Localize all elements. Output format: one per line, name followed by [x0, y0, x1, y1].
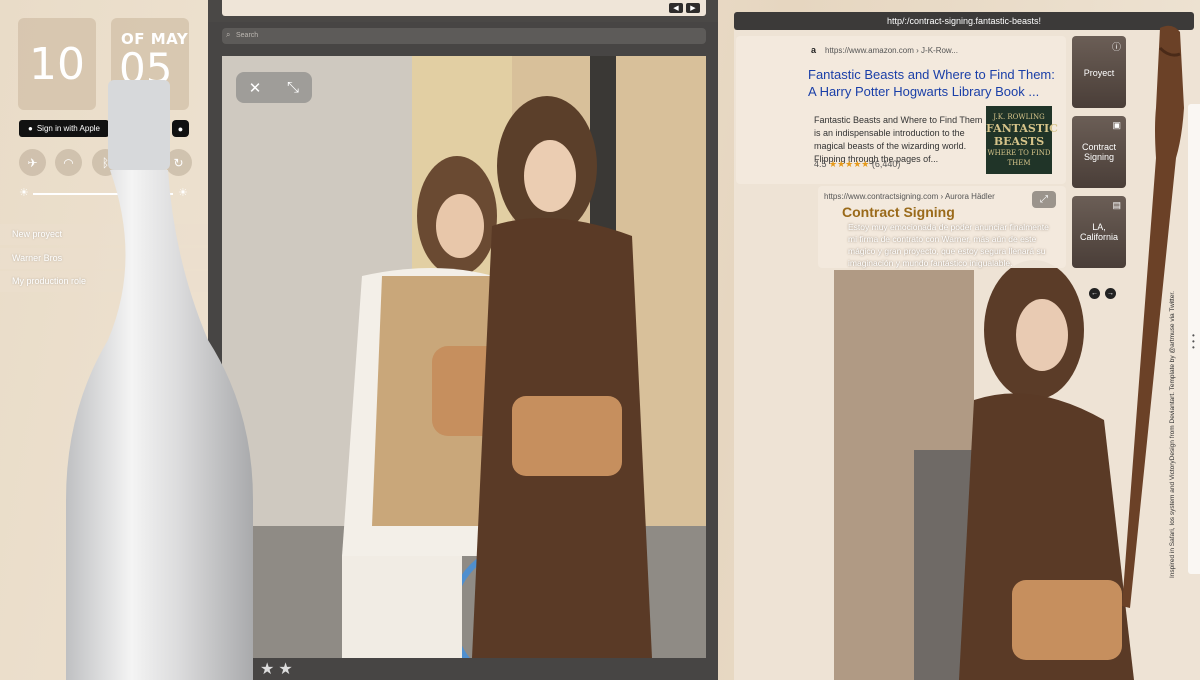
- rating-value: 4.5: [814, 159, 827, 169]
- back-arrow-icon[interactable]: ◀: [669, 3, 683, 13]
- brightness-low-icon: ☀: [19, 187, 29, 199]
- book-subtitle: WHERE TO FIND THEM: [987, 149, 1051, 167]
- top-window-content: ◀ ▶: [222, 0, 706, 16]
- amazon-search-result[interactable]: a https://www.amazon.com › J-K-Row... Fa…: [736, 36, 1066, 184]
- search-input[interactable]: ⌕ Search: [222, 28, 706, 44]
- menu-item-label: New proyect: [12, 229, 63, 239]
- airplane-icon[interactable]: ✈: [19, 149, 46, 176]
- search-placeholder: Search: [236, 32, 259, 39]
- book-title: FANTASTIC BEASTS: [986, 122, 1058, 148]
- menu-item-label: Warner Bros: [12, 253, 63, 263]
- result-rating: 4.5 ★★★★★ (6,440): [814, 159, 900, 170]
- rating-stars: ★★: [260, 661, 297, 678]
- rating-stars: ★★★★★: [829, 159, 870, 169]
- fashion-photo-illustration: [222, 56, 706, 658]
- collapse-icon[interactable]: ⤡: [274, 72, 312, 103]
- prev-arrow-icon[interactable]: ←: [1089, 288, 1100, 299]
- top-browser-window: ◀ ▶: [208, 0, 718, 22]
- search-icon: ⌕: [226, 30, 231, 39]
- forward-arrow-icon[interactable]: ▶: [686, 3, 700, 13]
- credit-text: Inspired in Safari, Ios system and Victo…: [1169, 291, 1176, 578]
- contract-search-result[interactable]: https://www.contractsigning.com › Aurora…: [818, 186, 1066, 268]
- book-author: J.K. ROWLING: [993, 113, 1045, 121]
- champagne-bottle-image: [66, 80, 253, 680]
- book-cover-image: J.K. ROWLING FANTASTIC BEASTS WHERE TO F…: [986, 106, 1058, 174]
- amazon-logo-icon: a: [811, 45, 817, 55]
- magic-wand-image: [1122, 25, 1184, 608]
- result-title[interactable]: Fantastic Beasts and Where to Find Them:…: [808, 66, 1058, 100]
- expand-icon[interactable]: ⤢: [1032, 191, 1056, 208]
- apple-icon: ●: [28, 124, 33, 133]
- review-count: (6,440): [871, 159, 901, 169]
- address-url: http/:/contract-signing.fantastic-beasts…: [886, 16, 1042, 26]
- fashion-photo: ✕ ⤡: [222, 56, 706, 658]
- result-description: Estoy muy emocionada de poder anunciar f…: [848, 222, 1049, 268]
- rating-bar: ★★: [254, 658, 714, 680]
- result-title[interactable]: Contract Signing: [842, 204, 955, 220]
- main-browser-window: ⌕ Search ✕ ⤡: [208, 22, 718, 680]
- result-url: https://www.amazon.com › J-K-Row...: [825, 46, 958, 55]
- result-url: https://www.contractsigning.com › Aurora…: [824, 192, 995, 201]
